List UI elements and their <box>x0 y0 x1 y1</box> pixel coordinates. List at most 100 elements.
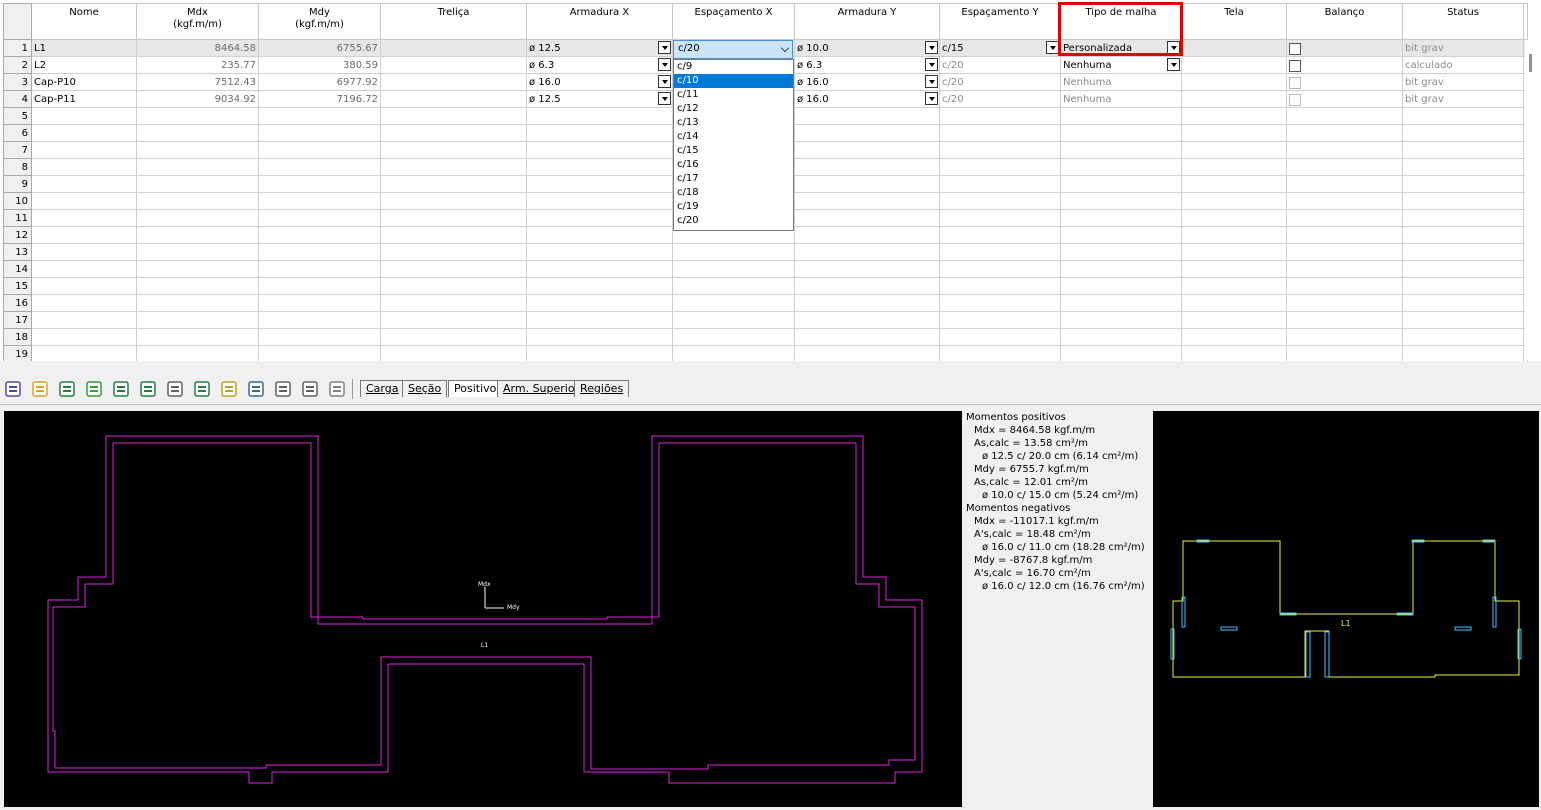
empty-cell[interactable] <box>258 243 381 261</box>
empty-cell[interactable] <box>258 175 381 193</box>
row-number[interactable]: 15 <box>3 277 32 295</box>
cell-mdy[interactable]: 6755.67 <box>258 39 381 57</box>
row-number[interactable]: 18 <box>3 328 32 346</box>
empty-cell[interactable] <box>939 277 1061 295</box>
cell-nome[interactable]: Cap-P10 <box>31 73 137 91</box>
dropdown-option[interactable]: c/17 <box>674 172 793 186</box>
col-mdy[interactable]: Mdy (kgf.m/m) <box>258 3 381 40</box>
dropdown-option[interactable]: c/20 <box>674 214 793 228</box>
cell-armadura-x[interactable]: ø 16.0 <box>526 73 673 91</box>
slab-drawing-canvas[interactable]: Mdx Mdy L1 <box>4 411 962 807</box>
empty-cell[interactable] <box>1402 243 1524 261</box>
empty-cell[interactable] <box>380 345 527 361</box>
cell-nome[interactable]: L2 <box>31 56 137 74</box>
cell-armadura-x[interactable]: ø 6.3 <box>526 56 673 74</box>
empty-cell[interactable] <box>1286 141 1403 159</box>
empty-cell[interactable] <box>1286 260 1403 278</box>
cell-armadura-y[interactable]: ø 16.0 <box>794 90 940 108</box>
empty-cell[interactable] <box>1402 175 1524 193</box>
empty-cell[interactable] <box>31 226 137 244</box>
empty-cell[interactable] <box>939 243 1061 261</box>
cell-espacamento-y[interactable]: c/15 <box>939 39 1061 57</box>
col-nome[interactable]: Nome <box>31 3 137 40</box>
empty-cell[interactable] <box>136 192 259 210</box>
empty-cell[interactable] <box>258 311 381 329</box>
empty-cell[interactable] <box>31 107 137 125</box>
empty-cell[interactable] <box>380 311 527 329</box>
empty-cell[interactable] <box>31 277 137 295</box>
cell-tipo-malha[interactable]: Nenhuma <box>1060 90 1182 108</box>
mesh-icon[interactable] <box>220 380 238 398</box>
row-number[interactable]: 12 <box>3 226 32 244</box>
cell-mdy[interactable]: 6977.92 <box>258 73 381 91</box>
balanco-checkbox[interactable] <box>1289 76 1301 89</box>
empty-cell[interactable] <box>526 175 673 193</box>
col-balanco[interactable]: Balanço <box>1286 3 1403 40</box>
empty-cell[interactable] <box>31 124 137 142</box>
empty-cell[interactable] <box>380 260 527 278</box>
dropdown-arrow-icon[interactable] <box>925 92 938 105</box>
dropdown-option[interactable]: c/19 <box>674 200 793 214</box>
cell-mdx[interactable]: 7512.43 <box>136 73 259 91</box>
empty-cell[interactable] <box>1402 107 1524 125</box>
cell-nome[interactable]: L1 <box>31 39 137 57</box>
empty-cell[interactable] <box>1181 345 1287 361</box>
cell-espacamento-y[interactable]: c/20 <box>939 73 1061 91</box>
empty-cell[interactable] <box>1402 141 1524 159</box>
dropdown-option[interactable]: c/11 <box>674 88 793 102</box>
table-row[interactable]: 13 <box>3 243 1528 261</box>
empty-cell[interactable] <box>1402 311 1524 329</box>
empty-cell[interactable] <box>1181 141 1287 159</box>
cell-balanco[interactable] <box>1286 56 1403 74</box>
empty-cell[interactable] <box>672 328 795 346</box>
empty-cell[interactable] <box>258 158 381 176</box>
empty-cell[interactable] <box>258 328 381 346</box>
table-row[interactable]: 16 <box>3 294 1528 312</box>
load-icon[interactable] <box>166 380 184 398</box>
dropdown-option[interactable]: c/12 <box>674 102 793 116</box>
dropdown-option[interactable]: c/13 <box>674 116 793 130</box>
empty-cell[interactable] <box>526 107 673 125</box>
empty-cell[interactable] <box>1286 107 1403 125</box>
cell-armadura-x[interactable]: ø 12.5 <box>526 39 673 57</box>
empty-cell[interactable] <box>526 226 673 244</box>
empty-cell[interactable] <box>258 209 381 227</box>
cell-espacamento-y[interactable]: c/20 <box>939 90 1061 108</box>
cell-mdy[interactable]: 7196.72 <box>258 90 381 108</box>
row-number[interactable]: 13 <box>3 243 32 261</box>
row-number[interactable]: 3 <box>3 73 32 91</box>
empty-cell[interactable] <box>526 209 673 227</box>
empty-cell[interactable] <box>258 294 381 312</box>
empty-cell[interactable] <box>31 209 137 227</box>
empty-cell[interactable] <box>380 192 527 210</box>
empty-cell[interactable] <box>1286 277 1403 295</box>
col-status[interactable]: Status <box>1402 3 1524 40</box>
empty-cell[interactable] <box>1402 277 1524 295</box>
scroll-thumb[interactable] <box>1529 54 1532 72</box>
section-icon[interactable] <box>274 380 292 398</box>
empty-cell[interactable] <box>380 226 527 244</box>
empty-cell[interactable] <box>794 277 940 295</box>
empty-cell[interactable] <box>380 328 527 346</box>
empty-cell[interactable] <box>380 294 527 312</box>
empty-cell[interactable] <box>136 294 259 312</box>
empty-cell[interactable] <box>794 294 940 312</box>
empty-cell[interactable] <box>1286 311 1403 329</box>
dropdown-arrow-icon[interactable] <box>658 41 671 54</box>
cell-balanco[interactable] <box>1286 39 1403 57</box>
empty-cell[interactable] <box>939 209 1061 227</box>
tab-regi-es[interactable]: Regiões <box>574 380 630 397</box>
empty-cell[interactable] <box>939 226 1061 244</box>
row-number[interactable]: 9 <box>3 175 32 193</box>
empty-cell[interactable] <box>1402 158 1524 176</box>
row-number[interactable]: 2 <box>3 56 32 74</box>
empty-cell[interactable] <box>1286 124 1403 142</box>
empty-cell[interactable] <box>1060 311 1182 329</box>
report-icon[interactable] <box>85 380 103 398</box>
empty-cell[interactable] <box>1286 345 1403 361</box>
empty-cell[interactable] <box>380 277 527 295</box>
empty-cell[interactable] <box>258 192 381 210</box>
col-espacamento-x[interactable]: Espaçamento X <box>672 3 795 40</box>
empty-cell[interactable] <box>672 311 795 329</box>
empty-cell[interactable] <box>794 124 940 142</box>
